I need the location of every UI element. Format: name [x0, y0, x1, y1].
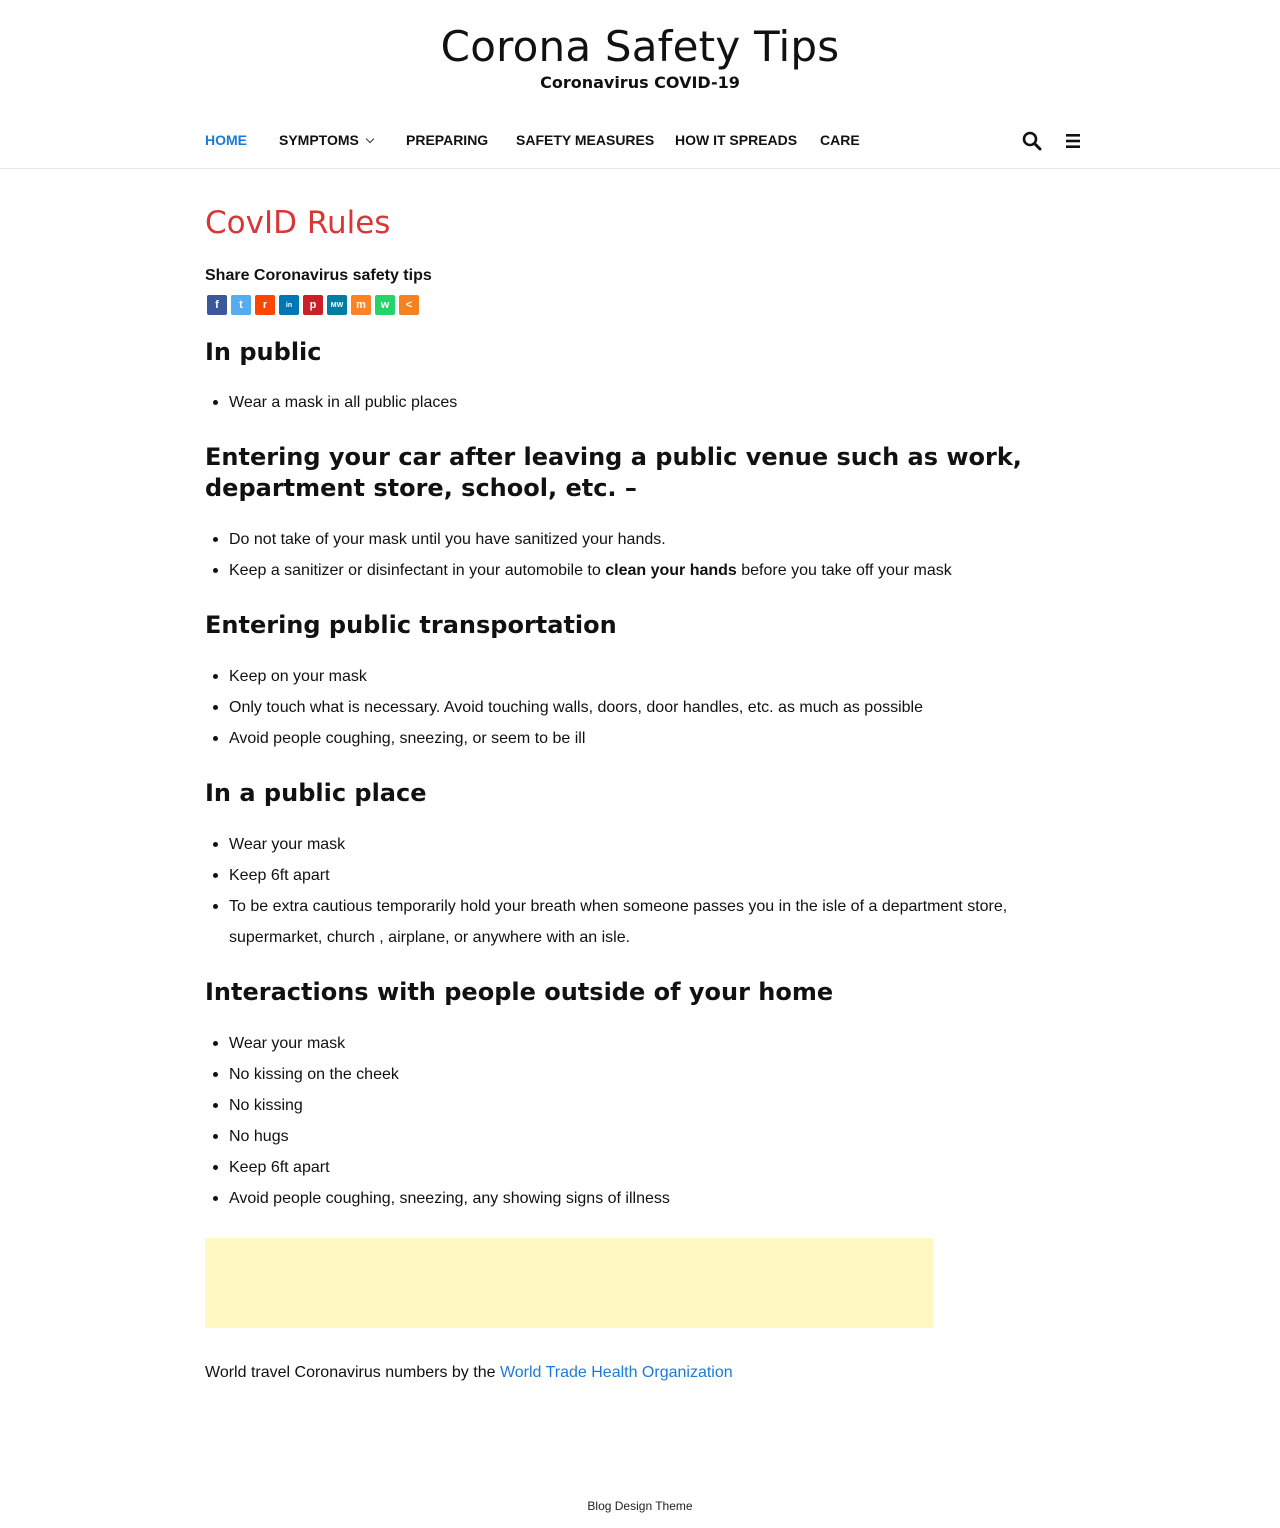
list-item: Wear a mask in all public places [205, 387, 457, 418]
menu-icon[interactable] [1064, 131, 1084, 151]
list-item-text: Keep a sanitizer or disinfectant in your… [229, 562, 606, 579]
reddit-share-icon[interactable]: r [255, 295, 275, 315]
list-item: To be extra cautious temporarily hold yo… [205, 891, 1007, 953]
main-navigation: HOME SYMPTOMS PREPARING SAFETY MEASURES … [0, 112, 1280, 169]
pinterest-share-icon[interactable]: p [303, 295, 323, 315]
section-list-public-transportation: Keep on your mask Only touch what is nec… [205, 661, 923, 754]
nav-item-home[interactable]: HOME [205, 132, 247, 148]
list-item: Wear your mask [205, 829, 1007, 860]
list-item-text: before you take off your mask [736, 562, 952, 579]
list-item: Do not take of your mask until you have … [205, 524, 952, 555]
more-share-icon[interactable]: < [399, 295, 419, 315]
list-item: No hugs [205, 1121, 670, 1152]
search-icon[interactable] [1022, 131, 1042, 151]
list-item: Wear your mask [205, 1028, 670, 1059]
nav-item-how-it-spreads[interactable]: HOW IT SPREADS [675, 132, 797, 148]
mewe-share-icon[interactable]: MW [327, 295, 347, 315]
nav-item-symptoms[interactable]: SYMPTOMS [279, 132, 375, 148]
who-link[interactable]: World Trade Health Organization [500, 1364, 733, 1381]
facebook-share-icon[interactable]: f [207, 295, 227, 315]
share-buttons: f t r in p MW m w < [207, 295, 419, 315]
list-item-text: To be extra cautious temporarily hold yo… [229, 898, 1008, 915]
travel-numbers-line: World travel Coronavirus numbers by the … [205, 1363, 733, 1383]
list-item-text: supermarket, church , airplane, or anywh… [229, 929, 631, 946]
site-tagline: Coronavirus COVID-19 [540, 73, 740, 92]
share-label: Share Coronavirus safety tips [205, 267, 432, 284]
section-heading-in-public: In public [205, 338, 322, 366]
list-item: Keep a sanitizer or disinfectant in your… [205, 555, 952, 586]
whatsapp-share-icon[interactable]: w [375, 295, 395, 315]
nav-item-safety-measures[interactable]: SAFETY MEASURES [516, 132, 654, 148]
list-item: Keep 6ft apart [205, 1152, 670, 1183]
post-title: CovID Rules [205, 205, 391, 241]
ad-placeholder[interactable] [205, 1238, 933, 1328]
list-item: Avoid people coughing, sneezing, any sho… [205, 1183, 670, 1214]
section-list-in-public: Wear a mask in all public places [205, 387, 457, 418]
twitter-share-icon[interactable]: t [231, 295, 251, 315]
section-list-public-place: Wear your mask Keep 6ft apart To be extr… [205, 829, 1007, 953]
list-item: No kissing on the cheek [205, 1059, 670, 1090]
mix-share-icon[interactable]: m [351, 295, 371, 315]
heading-line: department store, school, etc. – [205, 474, 637, 502]
list-item: Keep on your mask [205, 661, 923, 692]
section-heading-interactions: Interactions with people outside of your… [205, 978, 834, 1006]
section-heading-public-place: In a public place [205, 779, 427, 807]
section-list-interactions: Wear your mask No kissing on the cheek N… [205, 1028, 670, 1214]
list-item: Only touch what is necessary. Avoid touc… [205, 692, 923, 723]
nav-item-care[interactable]: CARE [820, 132, 860, 148]
list-item: No kissing [205, 1090, 670, 1121]
section-heading-public-transportation: Entering public transportation [205, 611, 617, 639]
list-item: Keep 6ft apart [205, 860, 1007, 891]
travel-text: World travel Coronavirus numbers by the [205, 1364, 500, 1381]
section-heading-entering-car: Entering your car after leaving a public… [205, 442, 1022, 504]
site-header: Corona Safety Tips Coronavirus COVID-19 [0, 0, 1280, 110]
footer-credit[interactable]: Blog Design Theme [0, 1499, 1280, 1513]
section-list-entering-car: Do not take of your mask until you have … [205, 524, 952, 586]
list-item-emphasis: clean your hands [605, 562, 737, 579]
nav-item-label: SYMPTOMS [279, 132, 359, 148]
chevron-down-icon [365, 134, 375, 144]
heading-line: Entering your car after leaving a public… [205, 443, 1022, 471]
site-title[interactable]: Corona Safety Tips [0, 22, 1280, 71]
linkedin-share-icon[interactable]: in [279, 295, 299, 315]
list-item: Avoid people coughing, sneezing, or seem… [205, 723, 923, 754]
nav-item-preparing[interactable]: PREPARING [406, 132, 488, 148]
